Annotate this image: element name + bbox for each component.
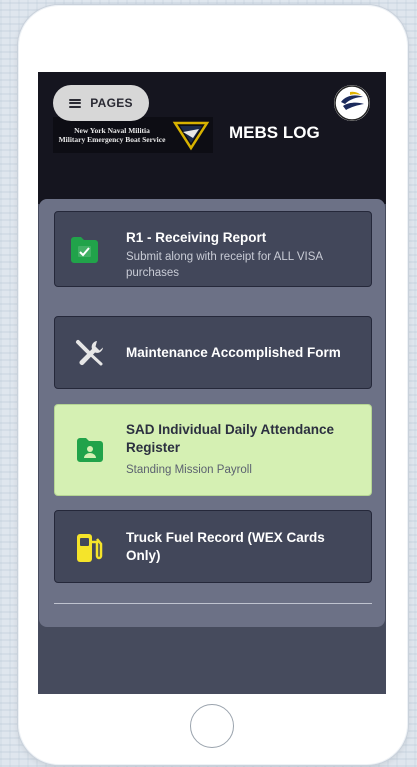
menu-item-subtitle: Standing Mission Payroll (126, 464, 252, 476)
logo-text: New York Naval Militia Military Emergenc… (53, 126, 171, 144)
app-title: MEBS LOG (229, 123, 320, 142)
menu-item-maintenance-form[interactable]: Maintenance Accomplished Form (54, 316, 372, 389)
organization-logo: New York Naval Militia Military Emergenc… (53, 117, 213, 153)
menu-item-title: R1 - Receiving Report (126, 230, 267, 245)
hamburger-icon (69, 98, 82, 108)
folder-person-icon (77, 438, 103, 462)
top-bar: New York Naval Militia Military Emergenc… (38, 72, 386, 204)
menu-item-subtitle: Submit along with receipt for ALL VISA p… (126, 251, 323, 279)
user-avatar[interactable] (334, 85, 370, 121)
pages-label: PAGES (90, 96, 133, 110)
panel-divider (54, 603, 372, 604)
menu-item-title: Maintenance Accomplished Form (126, 345, 341, 360)
menu-item-sad-attendance[interactable]: SAD Individual Daily Attendance Register… (54, 404, 372, 496)
gas-pump-icon (77, 534, 103, 562)
app-screen: New York Naval Militia Military Emergenc… (38, 72, 386, 694)
home-button[interactable] (190, 704, 234, 748)
avatar-logo-icon (334, 85, 370, 121)
logo-line-1: New York Naval Militia (74, 126, 150, 135)
logo-line-2: Military Emergency Boat Service (58, 135, 166, 144)
pages-menu-button[interactable]: PAGES (53, 85, 149, 121)
emblem-icon (171, 118, 211, 152)
menu-item-truck-fuel-record[interactable]: Truck Fuel Record (WEX Cards Only) (54, 510, 372, 583)
tools-icon (76, 340, 103, 366)
menu-item-title: SAD Individual Daily Attendance Register (126, 422, 335, 455)
menu-item-title: Truck Fuel Record (WEX Cards Only) (126, 530, 325, 563)
menu-item-receiving-report[interactable]: R1 - Receiving Report Submit along with … (54, 211, 372, 287)
menu-panel: R1 - Receiving Report Submit along with … (39, 199, 385, 627)
folder-check-icon (71, 237, 98, 263)
